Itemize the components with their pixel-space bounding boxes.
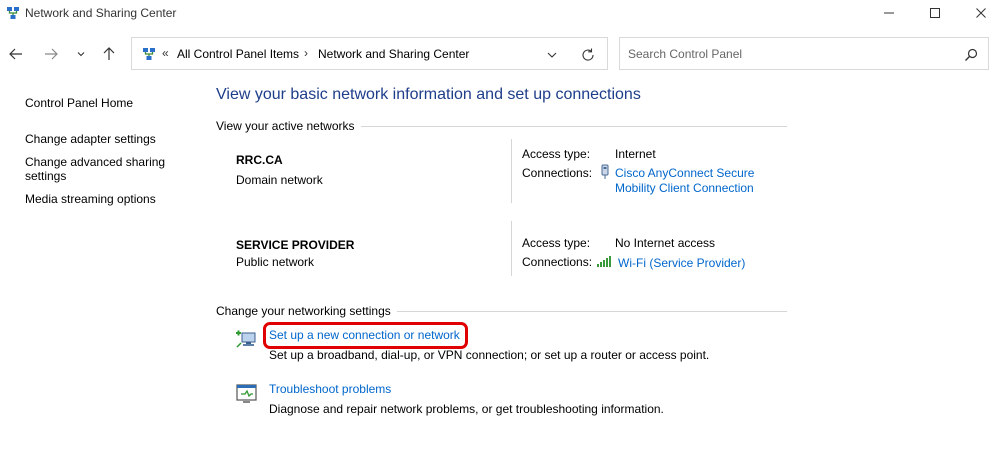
refresh-icon <box>582 48 594 61</box>
troubleshoot-icon <box>235 382 259 406</box>
search-box[interactable]: Search Control Panel <box>619 37 989 70</box>
navigation-bar: « All Control Panel Items › Network and … <box>0 37 1000 71</box>
control-panel-icon <box>142 47 156 61</box>
connection-link-line1[interactable]: Cisco AnyConnect Secure <box>615 166 754 181</box>
network-name: SERVICE PROVIDER <box>236 238 355 252</box>
networking-settings-heading: Change your networking settings <box>216 304 397 318</box>
chevron-down-icon <box>77 52 85 57</box>
close-button[interactable] <box>958 0 1000 26</box>
breadcrumb-all-control-panel-items[interactable]: All Control Panel Items <box>177 47 299 61</box>
access-type-value: No Internet access <box>615 236 716 250</box>
column-divider <box>511 221 512 276</box>
sidebar-item-media-streaming-options[interactable]: Media streaming options <box>25 192 156 207</box>
network-name: RRC.CA <box>236 153 283 167</box>
minimize-button[interactable] <box>866 0 912 26</box>
highlight-annotation <box>263 322 468 349</box>
troubleshoot-description: Diagnose and repair network problems, or… <box>269 402 664 416</box>
page-title: View your basic network information and … <box>216 86 641 103</box>
arrow-left-icon <box>9 48 22 60</box>
forward-button[interactable] <box>40 43 62 65</box>
vpn-adapter-icon <box>598 164 612 180</box>
breadcrumb-overflow[interactable]: « <box>162 46 169 60</box>
sidebar-item-advanced-sharing-line1[interactable]: Change advanced sharing <box>25 155 165 170</box>
sidebar-item-advanced-sharing-line2[interactable]: settings <box>25 169 66 184</box>
address-bar[interactable]: « All Control Panel Items › Network and … <box>131 37 608 70</box>
wifi-connection-link[interactable]: Wi-Fi (Service Provider) <box>618 256 745 271</box>
address-dropdown-button[interactable] <box>544 47 560 63</box>
maximize-button[interactable] <box>912 0 958 26</box>
arrow-up-icon <box>103 47 115 60</box>
refresh-button[interactable] <box>580 47 596 63</box>
breadcrumb-network-and-sharing-center[interactable]: Network and Sharing Center <box>318 47 469 61</box>
network-category[interactable]: Public network <box>236 255 314 269</box>
recent-locations-button[interactable] <box>70 43 92 65</box>
sidebar-item-control-panel-home[interactable]: Control Panel Home <box>25 96 133 111</box>
column-divider <box>511 139 512 203</box>
connections-label: Connections: <box>522 255 593 269</box>
search-input[interactable]: Search Control Panel <box>628 47 742 61</box>
setup-connection-description: Set up a broadband, dial-up, or VPN conn… <box>269 348 710 362</box>
troubleshoot-link[interactable]: Troubleshoot problems <box>269 382 391 396</box>
network-category[interactable]: Domain network <box>236 173 323 187</box>
connections-label: Connections: <box>522 166 593 180</box>
back-button[interactable] <box>5 43 27 65</box>
access-type-value: Internet <box>615 147 656 161</box>
window-title: Network and Sharing Center <box>25 6 177 20</box>
sidebar-item-change-adapter-settings[interactable]: Change adapter settings <box>25 132 156 147</box>
access-type-label: Access type: <box>522 236 591 250</box>
chevron-down-icon <box>547 52 557 58</box>
new-connection-icon <box>235 327 259 351</box>
connection-link-line2[interactable]: Mobility Client Connection <box>615 181 754 196</box>
wifi-signal-icon <box>596 254 612 270</box>
title-bar: Network and Sharing Center <box>0 0 1000 26</box>
network-center-icon <box>6 6 20 20</box>
breadcrumb-separator[interactable]: › <box>304 46 308 60</box>
active-networks-heading: View your active networks <box>216 119 361 133</box>
up-button[interactable] <box>98 43 120 65</box>
arrow-right-icon <box>45 48 58 60</box>
search-icon[interactable] <box>963 47 979 63</box>
access-type-label: Access type: <box>522 147 591 161</box>
